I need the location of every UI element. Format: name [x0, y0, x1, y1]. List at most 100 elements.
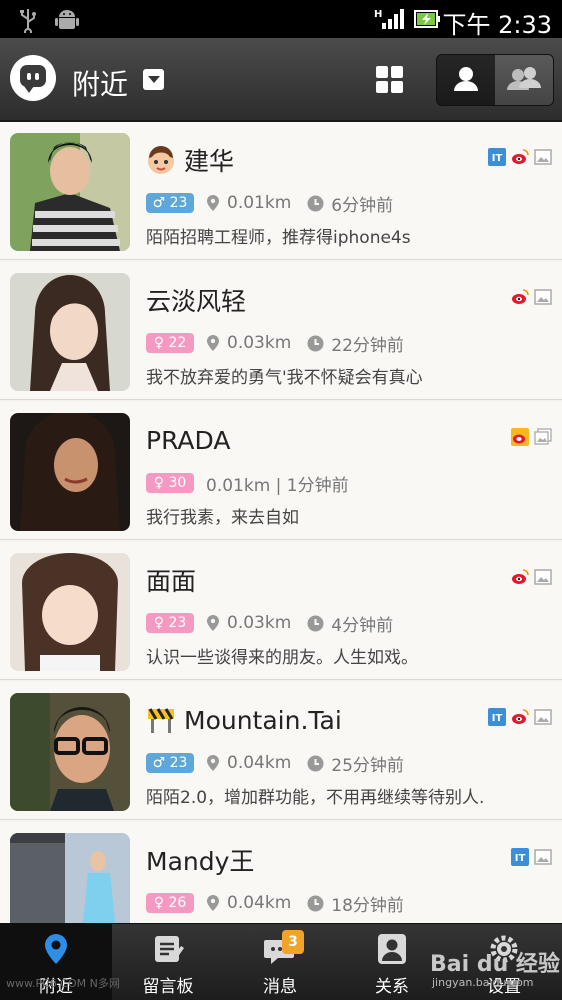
watermark-left: www.PC6.COM N多网 [6, 977, 120, 990]
avatar[interactable] [10, 133, 130, 251]
tab-messages[interactable]: 3 消息 [224, 924, 336, 1000]
group-users-icon [507, 67, 541, 90]
gender-age-badge: ♂ 23 [146, 193, 194, 213]
photo-icon [534, 289, 552, 305]
message-board-icon [155, 936, 184, 962]
list-item[interactable]: PRADA ♀ 30 0.01km | 1分钟前 我行我素，来去自如 [0, 402, 562, 540]
photo-icon [534, 569, 552, 585]
it-icon: IT [488, 708, 506, 726]
group-users-toggle[interactable] [495, 55, 553, 105]
gender-age-badge: ♀ 30 [146, 473, 194, 493]
it-icon: IT [511, 848, 529, 866]
list-item[interactable]: 面面 ♀ 23 0.03km 4分钟前 认识一些谈得来的朋友。人生如戏。 [0, 542, 562, 680]
last-active-time: 25分钟前 [331, 755, 404, 776]
user-signature: 我行我素，来去自如 [146, 508, 299, 528]
app-header: 附近 [0, 38, 562, 122]
svg-text:H: H [374, 9, 382, 20]
list-item[interactable]: 建华 ♂ 23 0.01km 6分钟前 陌陌招聘工程师，推荐得iphone4s … [0, 122, 562, 260]
user-signature: 认识一些谈得来的朋友。人生如戏。 [146, 648, 418, 668]
weibo-icon [512, 709, 529, 724]
distance: 0.03km [227, 333, 292, 353]
svg-text:IT: IT [515, 853, 526, 864]
location-pin-icon [45, 934, 67, 964]
location-icon [207, 895, 219, 911]
last-active-time: 18分钟前 [331, 895, 404, 916]
avatar[interactable] [10, 693, 130, 811]
list-item[interactable]: 云淡风轻 ♀ 22 0.03km 22分钟前 我不放弃爱的勇气'我不怀疑会有真心 [0, 262, 562, 400]
badge-icons [511, 288, 552, 306]
gender-age-badge: ♀ 23 [146, 613, 194, 633]
weibo-icon [512, 569, 529, 584]
user-name: PRADA [146, 425, 231, 455]
page-title[interactable]: 附近 [72, 63, 128, 103]
badge-icons: IT [488, 148, 552, 166]
user-name: Mountain.Tai [184, 705, 342, 735]
chevron-down-icon[interactable] [143, 69, 164, 90]
battery-icon [414, 10, 440, 28]
weibo-icon [512, 149, 529, 164]
gender-age-badge: ♂ 23 [146, 753, 194, 773]
location-icon [207, 195, 219, 211]
svg-text:IT: IT [492, 153, 503, 164]
last-active-time: 4分钟前 [331, 615, 394, 636]
avatar[interactable] [10, 553, 130, 671]
last-active-time: 6分钟前 [331, 195, 394, 216]
it-icon: IT [488, 148, 506, 166]
boy-face-icon [148, 146, 174, 174]
user-name: 面面 [146, 567, 197, 596]
weibo-icon [512, 289, 529, 304]
weibo-yellow-icon [511, 428, 529, 446]
location-icon [207, 335, 219, 351]
gender-age-badge: ♀ 26 [146, 893, 194, 913]
grid-view-icon[interactable] [376, 66, 404, 94]
user-signature: 陌陌招聘工程师，推荐得iphone4s [146, 228, 411, 248]
watermark-brand: Bai du 经验 [430, 952, 560, 977]
badge-icons: IT [511, 848, 552, 866]
distance: 0.04km [227, 753, 292, 773]
photo-stack-icon [534, 428, 552, 445]
watermark-url: jingyan.baidu.com [432, 976, 534, 989]
tab-label: 消息 [263, 977, 297, 997]
badge-icons [511, 568, 552, 586]
single-user-toggle[interactable] [437, 55, 495, 105]
signal-icon: H [374, 9, 404, 29]
unread-badge: 3 [282, 930, 304, 954]
clock-icon [307, 615, 324, 631]
user-signature: 我不放弃爱的勇气'我不怀疑会有真心 [146, 368, 423, 388]
distance-and-time: 0.01km | 1分钟前 [206, 475, 349, 496]
user-signature: 陌陌2.0，增加群功能，不用再继续等待别人. [146, 788, 485, 808]
distance: 0.01km [227, 193, 292, 213]
construction-icon [148, 708, 174, 733]
android-debug-icon [55, 10, 79, 29]
momo-logo-icon[interactable] [10, 55, 56, 101]
single-user-icon [454, 67, 478, 91]
user-name: 建华 [184, 147, 235, 176]
user-name: Mandy王 [146, 847, 255, 876]
status-clock: 下午 2:33 [442, 11, 552, 39]
location-icon [207, 615, 219, 631]
avatar[interactable] [10, 273, 130, 391]
clock-icon [307, 895, 324, 911]
svg-text:IT: IT [492, 713, 503, 724]
usb-icon [20, 9, 36, 33]
list-item[interactable]: Mountain.Tai ♂ 23 0.04km 25分钟前 陌陌2.0，增加群… [0, 682, 562, 820]
clock-icon [307, 195, 324, 211]
badge-icons: IT [488, 708, 552, 726]
distance: 0.04km [227, 893, 292, 913]
view-toggle [436, 54, 554, 106]
contacts-icon [378, 934, 406, 964]
photo-icon [534, 849, 552, 865]
clock-icon [307, 335, 324, 351]
user-name: 云淡风轻 [146, 287, 247, 316]
badge-icons [511, 428, 552, 446]
last-active-time: 22分钟前 [331, 335, 404, 356]
photo-icon [534, 709, 552, 725]
tab-label: 留言板 [142, 977, 194, 997]
tab-message-board[interactable]: 留言板 [112, 924, 224, 1000]
status-bar: H 下午 2:33 [0, 0, 562, 39]
location-icon [207, 755, 219, 771]
avatar[interactable] [10, 413, 130, 531]
gender-age-badge: ♀ 22 [146, 333, 194, 353]
photo-icon [534, 149, 552, 165]
clock-icon [307, 755, 324, 771]
